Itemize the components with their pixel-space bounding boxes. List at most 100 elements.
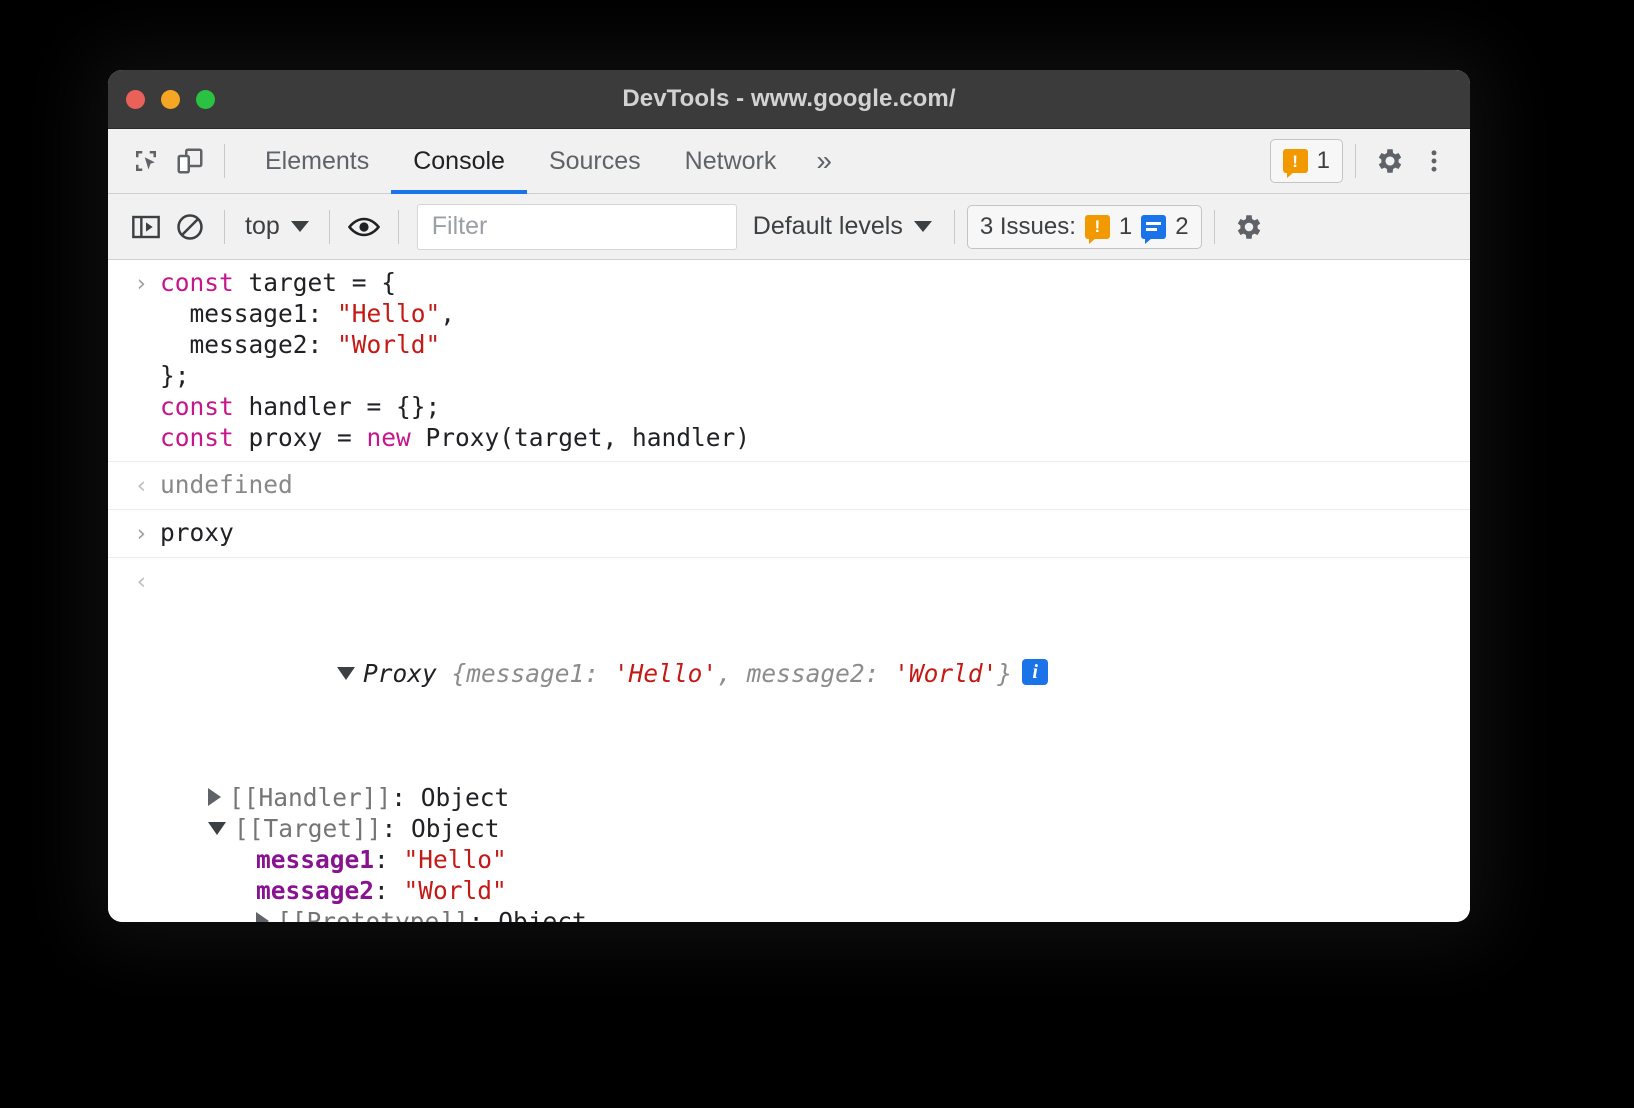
- proxy-property-tree: [[Handler]]: Object[[Target]]: Objectmes…: [160, 782, 1470, 922]
- log-levels-label: Default levels: [753, 212, 903, 241]
- device-toolbar-icon[interactable]: [168, 139, 212, 183]
- devtools-tabbar: Elements Console Sources Network » ! 1: [108, 129, 1470, 194]
- result-gutter: ‹: [108, 469, 160, 501]
- code-line: const target = {: [160, 267, 1470, 298]
- window-titlebar: DevTools - www.google.com/: [108, 70, 1470, 129]
- proxy-preview-text: Proxy {message1: 'Hello', message2: 'Wor…: [363, 659, 1012, 688]
- tree-value: "World": [404, 876, 507, 905]
- code-token: target = {: [234, 268, 396, 297]
- code-token: "World": [337, 330, 440, 359]
- issues-info-icon: [1141, 215, 1166, 239]
- console-result-proxy[interactable]: ‹ Proxy {message1: 'Hello', message2: 'W…: [108, 558, 1470, 922]
- tree-value: Object: [498, 907, 587, 922]
- code-token: const: [160, 423, 234, 452]
- console-sidebar-icon[interactable]: [124, 205, 168, 249]
- tree-value: Object: [421, 783, 510, 812]
- kebab-menu-icon[interactable]: [1412, 139, 1456, 183]
- preview-separator: ,: [717, 659, 747, 688]
- close-window-button[interactable]: [126, 90, 145, 109]
- input-gutter-2: ›: [108, 517, 160, 549]
- issues-counter[interactable]: 3 Issues: ! 1 2: [967, 205, 1202, 249]
- tree-key: message1: [256, 845, 374, 874]
- console-input-entry[interactable]: › const target = { message1: "Hello", me…: [108, 260, 1470, 462]
- code-line: };: [160, 360, 1470, 391]
- execution-context-selector[interactable]: top: [237, 205, 317, 249]
- console-message-list[interactable]: › const target = { message1: "Hello", me…: [108, 260, 1470, 922]
- minimize-window-button[interactable]: [161, 90, 180, 109]
- warning-count-badge[interactable]: ! 1: [1270, 139, 1343, 183]
- console-result-undefined[interactable]: ‹ undefined: [108, 462, 1470, 510]
- console-toolbar-divider-1: [224, 210, 225, 244]
- preview-value: 'Hello': [614, 659, 717, 688]
- input-chevron-icon: ›: [137, 269, 146, 453]
- window-title: DevTools - www.google.com/: [108, 85, 1470, 113]
- inspect-element-icon[interactable]: [124, 139, 168, 183]
- tree-key: [[Handler]]: [229, 783, 391, 812]
- result-gutter-2: ‹: [108, 565, 160, 922]
- live-expression-icon[interactable]: [342, 205, 386, 249]
- clear-console-icon[interactable]: [168, 205, 212, 249]
- console-input-code: const target = { message1: "Hello", mess…: [160, 267, 1470, 453]
- console-toolbar-divider-2: [329, 210, 330, 244]
- gear-icon[interactable]: [1368, 139, 1412, 183]
- tree-value: "Hello": [404, 845, 507, 874]
- console-settings-icon[interactable]: [1227, 205, 1271, 249]
- more-tabs-icon[interactable]: »: [798, 129, 848, 194]
- tabbar-divider-right: [1355, 144, 1356, 178]
- tab-elements[interactable]: Elements: [243, 129, 391, 194]
- tab-network[interactable]: Network: [663, 129, 799, 194]
- proxy-type-name: Proxy: [363, 659, 437, 688]
- tree-key: [[Prototype]]: [277, 907, 469, 922]
- tab-sources[interactable]: Sources: [527, 129, 663, 194]
- console-input-entry-2[interactable]: › proxy: [108, 510, 1470, 558]
- zoom-window-button[interactable]: [196, 90, 215, 109]
- expand-triangle-icon[interactable]: [337, 667, 355, 680]
- tree-key: message2: [256, 876, 374, 905]
- issues-label: 3 Issues:: [980, 213, 1076, 241]
- log-levels-selector[interactable]: Default levels: [743, 205, 942, 249]
- code-line: const proxy = new Proxy(target, handler): [160, 422, 1470, 453]
- tree-separator: :: [382, 814, 412, 843]
- tree-row[interactable]: message2: "World": [160, 875, 1470, 906]
- tree-value: Object: [411, 814, 500, 843]
- tree-row[interactable]: [[Target]]: Object: [160, 813, 1470, 844]
- proxy-object-output: Proxy {message1: 'Hello', message2: 'Wor…: [160, 565, 1470, 922]
- console-toolbar-divider-3: [398, 210, 399, 244]
- proxy-preview-line[interactable]: Proxy {message1: 'Hello', message2: 'Wor…: [160, 627, 1470, 720]
- code-line: const handler = {};: [160, 391, 1470, 422]
- tree-separator: :: [374, 876, 404, 905]
- expand-triangle-icon[interactable]: [208, 822, 226, 835]
- tree-row[interactable]: [[Handler]]: Object: [160, 782, 1470, 813]
- tree-separator: :: [469, 907, 499, 922]
- tree-row[interactable]: message1: "Hello": [160, 844, 1470, 875]
- preview-close-brace: }: [997, 659, 1012, 688]
- code-token: new: [367, 423, 411, 452]
- input-gutter: ›: [108, 267, 160, 453]
- code-token: message1:: [160, 299, 337, 328]
- tree-row[interactable]: [[Prototype]]: Object: [160, 906, 1470, 922]
- traffic-light-group: [126, 90, 215, 109]
- code-token: const: [160, 392, 234, 421]
- input-chevron-icon-2: ›: [137, 519, 146, 549]
- warning-count-label: 1: [1317, 147, 1330, 175]
- tab-console[interactable]: Console: [391, 129, 527, 194]
- preview-value: 'World': [894, 659, 997, 688]
- info-badge-icon[interactable]: i: [1022, 659, 1048, 685]
- tree-separator: :: [374, 845, 404, 874]
- console-toolbar: top Filter Default levels 3 Issues:: [108, 194, 1470, 260]
- warning-icon: !: [1283, 149, 1308, 173]
- devtools-window: DevTools - www.google.com/ Elements Cons…: [108, 70, 1470, 922]
- tree-key: [[Target]]: [234, 814, 382, 843]
- tree-separator: :: [391, 783, 421, 812]
- code-token: handler = {};: [234, 392, 441, 421]
- execution-context-label: top: [245, 212, 280, 241]
- issues-warning-icon: !: [1085, 215, 1110, 239]
- collapse-triangle-icon[interactable]: [256, 912, 269, 922]
- issues-info-count: 2: [1175, 213, 1188, 241]
- collapse-triangle-icon[interactable]: [208, 788, 221, 806]
- issues-warning-count: 1: [1119, 213, 1132, 241]
- code-token: "Hello": [337, 299, 440, 328]
- preview-key: message1:: [466, 659, 614, 688]
- filter-input[interactable]: Filter: [417, 204, 737, 250]
- code-line: message1: "Hello",: [160, 298, 1470, 329]
